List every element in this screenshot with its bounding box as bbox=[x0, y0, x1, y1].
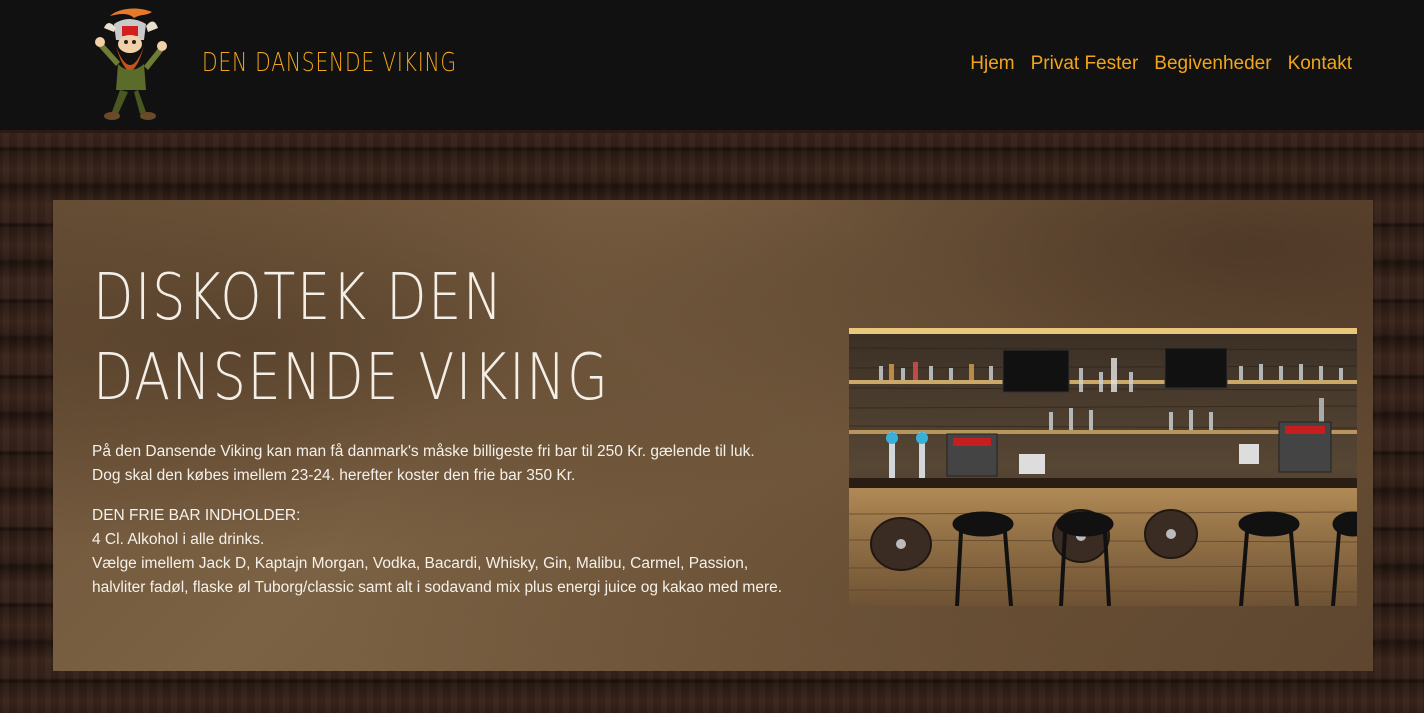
nav-link-begivenheder[interactable]: Begivenheder bbox=[1154, 53, 1271, 75]
free-bar-paragraph: DEN FRIE BAR INDHOLDER: 4 Cl. Alkohol i … bbox=[92, 504, 832, 600]
content-text: På den Dansende Viking kan man få danmar… bbox=[92, 440, 832, 616]
nav-link-kontakt[interactable]: Kontakt bbox=[1288, 53, 1352, 75]
intro-line-2: Dog skal den købes imellem 23-24. hereft… bbox=[92, 467, 576, 484]
nav-link-hjem[interactable]: Hjem bbox=[970, 53, 1014, 75]
free-bar-line-3: halvliter fadøl, flaske øl Tuborg/classi… bbox=[92, 579, 783, 596]
intro-paragraph: På den Dansende Viking kan man få danmar… bbox=[92, 440, 832, 488]
nav-link-privat-fester[interactable]: Privat Fester bbox=[1031, 53, 1139, 75]
main-nav: Hjem Privat Fester Begivenheder Kontakt bbox=[970, 53, 1352, 75]
viking-logo-icon[interactable] bbox=[88, 6, 170, 124]
brand-name[interactable]: DEN DANSENDE VIKING bbox=[202, 48, 457, 78]
free-bar-line-2: Vælge imellem Jack D, Kaptajn Morgan, Vo… bbox=[92, 555, 749, 572]
site-header: DEN DANSENDE VIKING Hjem Privat Fester B… bbox=[0, 0, 1424, 133]
free-bar-heading: DEN FRIE BAR INDHOLDER: bbox=[92, 507, 301, 524]
content-panel: DISKOTEK DEN DANSENDE VIKING På den Dans… bbox=[53, 200, 1373, 671]
page-title: DISKOTEK DEN DANSENDE VIKING bbox=[93, 261, 610, 415]
free-bar-line-1: 4 Cl. Alkohol i alle drinks. bbox=[92, 531, 265, 548]
intro-line-1: På den Dansende Viking kan man få danmar… bbox=[92, 443, 755, 460]
bar-photo bbox=[849, 328, 1357, 606]
